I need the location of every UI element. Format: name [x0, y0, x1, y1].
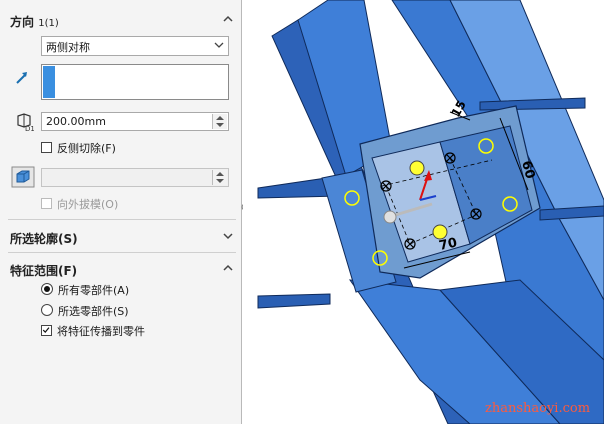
watermark: zhanshaoyi.com	[485, 401, 590, 416]
property-manager-panel: 方向 1(1) 两侧对称 D1 200.00mm 反侧切除(F) 向外拔模(O)	[0, 0, 249, 424]
selected-components-label: 所选零部件(S)	[58, 305, 129, 318]
draft-angle-input[interactable]	[41, 168, 229, 187]
propagate-label: 将特征传播到零件	[57, 325, 145, 338]
svg-text:D1: D1	[25, 125, 34, 132]
depth-value: 200.00mm	[46, 115, 106, 128]
divider	[8, 219, 236, 220]
depth-spinner[interactable]	[212, 114, 227, 129]
chevron-up-icon[interactable]	[222, 13, 234, 25]
draft-angle-spinner[interactable]	[212, 170, 227, 185]
direction-reference-box[interactable]	[41, 64, 229, 100]
all-components-label: 所有零部件(A)	[58, 284, 130, 297]
selected-components-radio[interactable]	[41, 304, 53, 316]
direction-arrow-icon[interactable]	[14, 70, 30, 86]
beam-left-bottom	[257, 293, 331, 309]
all-components-radio[interactable]	[41, 283, 53, 295]
graphics-viewport[interactable]: 15 60 70 zhanshaoyi.com	[243, 0, 604, 424]
chevron-down-icon[interactable]	[222, 230, 234, 242]
end-condition-value: 两侧对称	[46, 41, 90, 54]
chevron-up-icon[interactable]	[222, 262, 234, 274]
direction-title: 方向 1(1)	[10, 13, 59, 30]
draft-outward-checkbox[interactable]	[41, 198, 52, 209]
selected-contours-title: 所选轮廓(S)	[10, 232, 78, 246]
end-condition-select[interactable]: 两侧对称	[41, 36, 229, 56]
feature-scope-section-header[interactable]: 特征范围(F)	[0, 259, 242, 281]
checkmark-icon	[42, 327, 50, 334]
divider	[8, 252, 236, 253]
draft-outward-label: 向外拔模(O)	[57, 198, 119, 211]
flip-side-label: 反侧切除(F)	[57, 142, 116, 155]
direction-title-text: 方向	[10, 15, 35, 29]
chevron-down-icon	[214, 42, 224, 48]
bolt-hole[interactable]	[409, 160, 425, 176]
model-view[interactable]: 15 60 70 zhanshaoyi.com	[243, 0, 604, 424]
selection-highlight	[43, 66, 55, 98]
depth-input[interactable]: 200.00mm	[41, 112, 229, 131]
selected-contours-section-header[interactable]: 所选轮廓(S)	[0, 227, 242, 249]
direction-section-header[interactable]: 方向 1(1)	[0, 10, 242, 32]
drag-handle[interactable]	[383, 210, 397, 224]
flip-side-checkbox[interactable]	[41, 142, 52, 153]
propagate-checkbox[interactable]	[41, 325, 52, 336]
direction-subtitle: 1(1)	[38, 18, 59, 29]
depth-icon: D1	[17, 113, 34, 132]
draft-icon[interactable]	[11, 166, 35, 188]
bolt-hole[interactable]	[432, 224, 448, 240]
feature-scope-title: 特征范围(F)	[10, 264, 78, 278]
